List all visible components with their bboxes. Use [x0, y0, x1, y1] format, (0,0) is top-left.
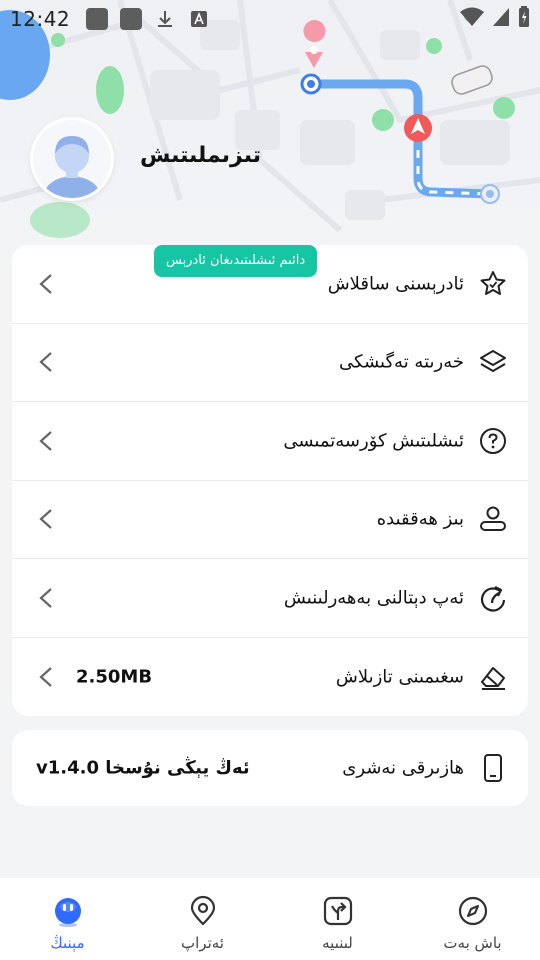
menu-item-map-change[interactable]: خەرىتە تەگىشكى: [12, 324, 528, 402]
wifi-icon: [460, 7, 484, 31]
menu-item-help[interactable]: ئىشلىتىش كۆرسەتمىسى: [12, 402, 528, 481]
avatar[interactable]: [30, 117, 114, 201]
question-icon: [480, 427, 506, 454]
bot-face-icon: [54, 898, 81, 927]
cache-size-value: 2.50MB: [76, 666, 153, 688]
star-icon: [480, 270, 506, 295]
menu-item-label: ئادرېسنى ساقلاش: [327, 273, 464, 295]
chevron-left-icon: [39, 587, 52, 608]
nav-tab-around[interactable]: ئەتراپ: [135, 878, 270, 960]
layers-icon: [480, 350, 506, 373]
status-time: 12:42: [10, 7, 71, 31]
header-map-banner: 12:42 تىزىملىتىش: [0, 0, 540, 262]
menu-item-about[interactable]: بىز ھەققىدە: [12, 481, 528, 559]
share-arrow-icon: [480, 585, 506, 612]
version-label: ھازىرقى نەشرى: [342, 757, 464, 779]
bottom-nav: مېنىڭ ئەتراپ لىنىيە باش بەت: [0, 878, 540, 960]
chevron-left-icon: [39, 352, 52, 373]
nav-tab-mine[interactable]: مېنىڭ: [0, 878, 135, 960]
chevron-left-icon: [39, 509, 52, 530]
app-icon: [86, 8, 109, 30]
a-icon: [188, 8, 210, 30]
menu-item-app-rating[interactable]: ئەپ دېتالنى بەھەرلىنىش: [12, 559, 528, 638]
signal-icon: [492, 7, 510, 31]
route-sign-icon: [323, 896, 352, 926]
login-register-link[interactable]: تىزىملىتىش: [140, 143, 261, 168]
chevron-left-icon: [39, 430, 52, 451]
menu-item-label: ئىشلىتىش كۆرسەتمىسى: [283, 430, 464, 452]
app-icon: [120, 8, 143, 30]
status-bar: 12:42: [0, 0, 540, 38]
version-card: v1.4.0 ئەڭ يېڭى نۇسخا ھازىرقى نەشرى: [12, 730, 528, 806]
chevron-left-icon: [39, 666, 52, 687]
menu-item-label: ئەپ دېتالنى بەھەرلىنىش: [283, 587, 464, 609]
nav-label: ئەتراپ: [181, 934, 224, 952]
nav-tab-line[interactable]: لىنىيە: [270, 878, 405, 960]
nav-label: مېنىڭ: [50, 934, 85, 952]
menu-item-clear-cache[interactable]: 2.50MB سغىمىنى تازىلاش: [12, 638, 528, 717]
menu-item-label: سغىمىنى تازىلاش: [335, 666, 464, 688]
nav-tab-home[interactable]: باش بەت: [405, 878, 540, 960]
user-icon: [480, 506, 506, 532]
menu-item-saved-addresses[interactable]: دائىم ئىشلىتىدىغان ئادرېس ئادرېسنى ساقلا…: [12, 245, 528, 324]
nav-label: لىنىيە: [322, 934, 353, 952]
compass-icon: [458, 896, 487, 926]
location-pin-icon: [190, 895, 215, 926]
menu-item-label: خەرىتە تەگىشكى: [339, 351, 464, 373]
frequent-address-badge: دائىم ئىشلىتىدىغان ئادرېس: [154, 245, 318, 277]
menu-item-label: بىز ھەققىدە: [376, 508, 464, 530]
battery-icon: [518, 6, 530, 32]
download-icon: [154, 8, 176, 30]
eraser-icon: [481, 666, 505, 690]
chevron-left-icon: [39, 273, 52, 294]
version-value: v1.4.0 ئەڭ يېڭى نۇسخا: [36, 757, 250, 779]
settings-menu-card: دائىم ئىشلىتىدىغان ئادرېس ئادرېسنى ساقلا…: [12, 245, 528, 716]
version-row: v1.4.0 ئەڭ يېڭى نۇسخا ھازىرقى نەشرى: [12, 730, 528, 806]
phone-icon: [484, 754, 502, 782]
nav-label: باش بەت: [443, 934, 502, 952]
